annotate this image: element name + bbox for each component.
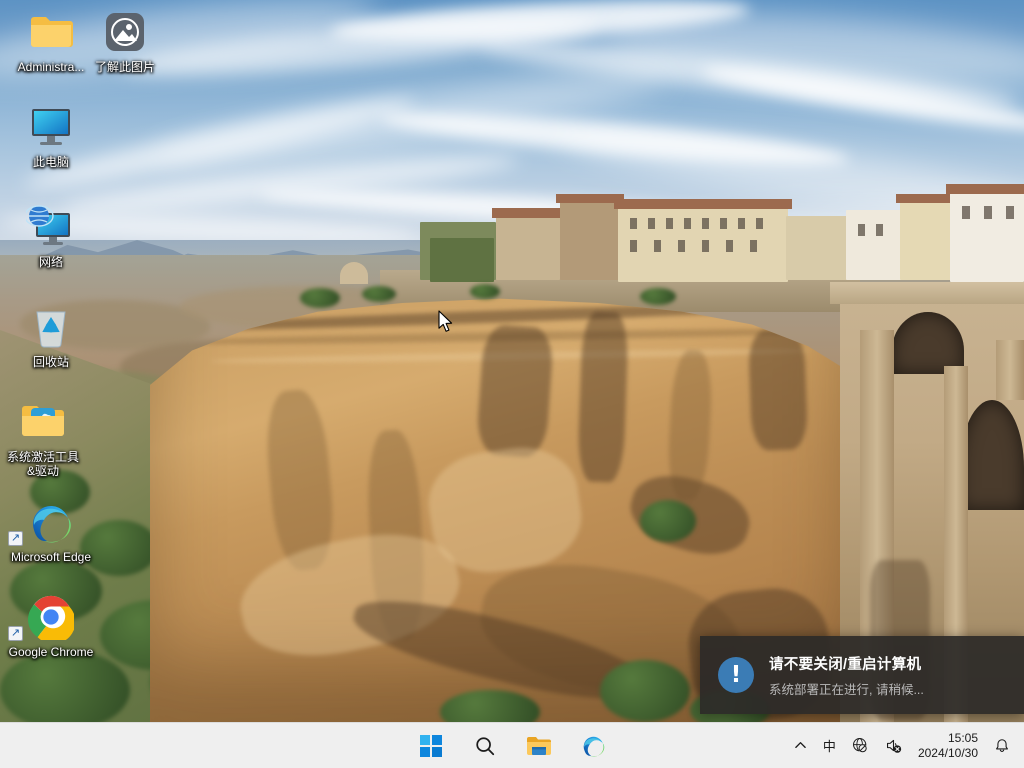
- exclamation-icon: !: [718, 657, 754, 693]
- network-button[interactable]: [844, 726, 877, 766]
- ime-indicator-button[interactable]: 中: [815, 726, 844, 766]
- desktop-icon-label: 回收站: [8, 355, 94, 369]
- window: [720, 218, 727, 229]
- edge-icon: [581, 733, 606, 758]
- desktop-icon-this-pc[interactable]: 此电脑: [8, 103, 94, 169]
- show-hidden-icons-button[interactable]: [786, 726, 815, 766]
- cliff-shrub: [362, 286, 396, 302]
- desktop-icon-label: 了解此图片: [82, 60, 168, 74]
- tree: [0, 650, 130, 722]
- desktop-screen: Administra... 了解此图片 此电脑: [0, 0, 1024, 768]
- desktop-icon-google-chrome[interactable]: ↗ Google Chrome: [8, 593, 94, 659]
- roof: [896, 194, 956, 203]
- notification-text: 请不要关闭/重启计算机 系统部署正在进行, 请稍候...: [769, 653, 924, 698]
- window: [630, 218, 637, 229]
- desktop-icon-label: Google Chrome: [8, 645, 94, 659]
- window: [756, 218, 763, 229]
- window: [678, 240, 685, 252]
- notification-title: 请不要关闭/重启计算机: [769, 653, 924, 674]
- system-tray: 中: [786, 723, 1018, 768]
- search-button[interactable]: [465, 726, 505, 766]
- bridge-pier: [996, 340, 1024, 400]
- window: [630, 240, 637, 252]
- notification-subtitle: 系统部署正在进行, 请稍候...: [769, 679, 924, 698]
- chrome-icon: ↗: [8, 593, 94, 641]
- taskbar: 中: [0, 722, 1024, 768]
- building: [950, 190, 1024, 282]
- search-icon: [474, 735, 496, 757]
- desktop-icon-activation-tools[interactable]: 系统激活工具 &驱动: [0, 398, 86, 478]
- window: [684, 218, 691, 229]
- photo-info-icon: [82, 8, 168, 56]
- window: [984, 206, 992, 219]
- recycle-bin-icon: [8, 303, 94, 351]
- window: [666, 218, 673, 229]
- window: [750, 240, 757, 252]
- notification-toast[interactable]: ! 请不要关闭/重启计算机 系统部署正在进行, 请稍候...: [700, 636, 1024, 714]
- desktop-icon-microsoft-edge[interactable]: ↗ Microsoft Edge: [8, 498, 94, 564]
- window: [962, 206, 970, 219]
- cliff-shrub: [300, 288, 340, 308]
- mouse-cursor: [438, 310, 454, 334]
- folder-cloud-icon: [0, 398, 86, 446]
- monitor-icon: [8, 103, 94, 151]
- window: [648, 218, 655, 229]
- window: [858, 224, 865, 236]
- volume-button[interactable]: [877, 726, 910, 766]
- chevron-up-icon: [794, 739, 807, 752]
- notification-center-button[interactable]: [986, 726, 1018, 766]
- bridge-deck: [830, 282, 1024, 304]
- cliff-shrub: [600, 660, 690, 722]
- clock-time: 15:05: [918, 731, 978, 746]
- building: [560, 200, 620, 280]
- roof: [614, 199, 792, 209]
- network-disconnected-icon: [852, 737, 869, 754]
- building-ivy: [430, 238, 494, 282]
- notification-bell-icon: [994, 738, 1010, 754]
- building: [846, 210, 902, 280]
- edge-button[interactable]: [573, 726, 613, 766]
- desktop-icon-recycle-bin[interactable]: 回收站: [8, 303, 94, 369]
- volume-muted-icon: [885, 737, 902, 754]
- window: [654, 240, 661, 252]
- desktop-icon-label: 系统激活工具 &驱动: [0, 450, 86, 478]
- shortcut-overlay-icon: ↗: [8, 626, 23, 641]
- desktop-icon-label: Microsoft Edge: [8, 550, 94, 564]
- network-globe-icon: [8, 203, 94, 251]
- gazebo: [340, 262, 368, 284]
- desktop-icon-label: 此电脑: [8, 155, 94, 169]
- shortcut-overlay-icon: ↗: [8, 531, 23, 546]
- cliff-shrub: [640, 500, 696, 542]
- start-button[interactable]: [411, 726, 451, 766]
- desktop-icon-learn-about-picture[interactable]: 了解此图片: [82, 8, 168, 74]
- desktop-icon-label: 网络: [8, 255, 94, 269]
- roof: [946, 184, 1024, 194]
- window: [726, 240, 733, 252]
- window: [738, 218, 745, 229]
- window: [702, 218, 709, 229]
- ime-label: 中: [823, 736, 836, 755]
- window: [876, 224, 883, 236]
- window: [702, 240, 709, 252]
- building: [786, 216, 848, 280]
- roof: [492, 208, 564, 218]
- cliff-shrub: [470, 284, 500, 299]
- window: [1006, 206, 1014, 219]
- clock-date: 2024/10/30: [918, 746, 978, 761]
- edge-icon: ↗: [8, 498, 94, 546]
- windows-logo-icon: [420, 735, 442, 757]
- building: [900, 200, 952, 280]
- building: [496, 214, 560, 280]
- desktop-icon-network[interactable]: 网络: [8, 203, 94, 269]
- file-explorer-button[interactable]: [519, 726, 559, 766]
- cliff-shrub: [640, 288, 676, 305]
- folder-icon: [526, 734, 552, 758]
- desktop-wallpaper[interactable]: [0, 0, 1024, 722]
- clock-button[interactable]: 15:05 2024/10/30: [910, 726, 986, 766]
